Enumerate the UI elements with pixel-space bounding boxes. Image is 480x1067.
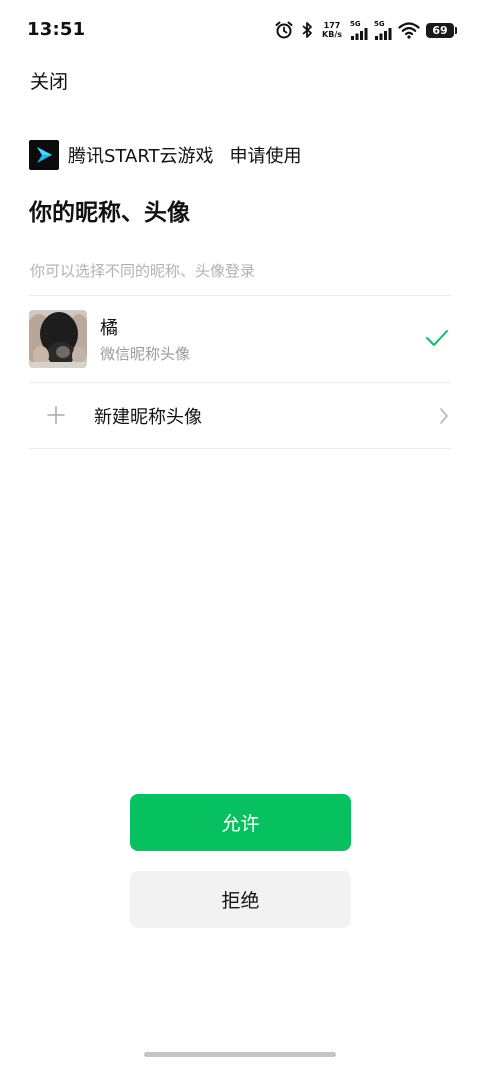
status-bar: 13:51 177 KB/s 5G 5G 69 xyxy=(0,0,480,60)
allow-button[interactable]: 允许 xyxy=(130,794,351,851)
net-speed-unit: KB/s xyxy=(322,30,342,39)
deny-button[interactable]: 拒绝 xyxy=(130,871,351,928)
plus-icon xyxy=(47,406,65,428)
alarm-icon xyxy=(274,20,294,40)
app-request-label: 申请使用 xyxy=(229,145,302,167)
battery-icon: 69 xyxy=(426,22,457,38)
page-subtitle: 你可以选择不同的昵称、头像登录 xyxy=(30,262,256,280)
wifi-icon xyxy=(398,21,420,39)
chevron-right-icon xyxy=(439,407,449,429)
start-logo-icon xyxy=(29,139,59,170)
page-title: 你的昵称、头像 xyxy=(29,200,190,226)
bluetooth-icon xyxy=(300,20,314,40)
signal-icon xyxy=(351,27,368,40)
net-speed: 177 KB/s xyxy=(322,21,342,39)
profile-option[interactable]: 橘 微信昵称头像 xyxy=(29,296,451,382)
check-icon xyxy=(425,329,449,351)
signal-2: 5G xyxy=(374,19,392,40)
close-button[interactable]: 关闭 xyxy=(30,67,68,94)
profile-name: 橘 xyxy=(100,318,118,339)
app-name: 腾讯START云游戏 xyxy=(68,145,214,167)
new-profile-button[interactable]: 新建昵称头像 xyxy=(29,383,451,448)
new-profile-label: 新建昵称头像 xyxy=(94,407,202,428)
signal-icon xyxy=(375,27,392,40)
avatar xyxy=(29,310,87,368)
home-indicator[interactable] xyxy=(144,1052,336,1057)
signal-2-label: 5G xyxy=(374,19,385,28)
status-icons: 177 KB/s 5G 5G 69 xyxy=(274,18,457,42)
signal-1-label: 5G xyxy=(350,19,361,28)
battery-level: 69 xyxy=(432,23,448,37)
app-info: 腾讯START云游戏 申请使用 xyxy=(29,139,302,170)
divider xyxy=(29,448,451,449)
net-speed-value: 177 xyxy=(323,21,341,30)
profile-description: 微信昵称头像 xyxy=(100,345,191,363)
status-time: 13:51 xyxy=(27,19,86,40)
signal-1: 5G xyxy=(350,19,368,40)
